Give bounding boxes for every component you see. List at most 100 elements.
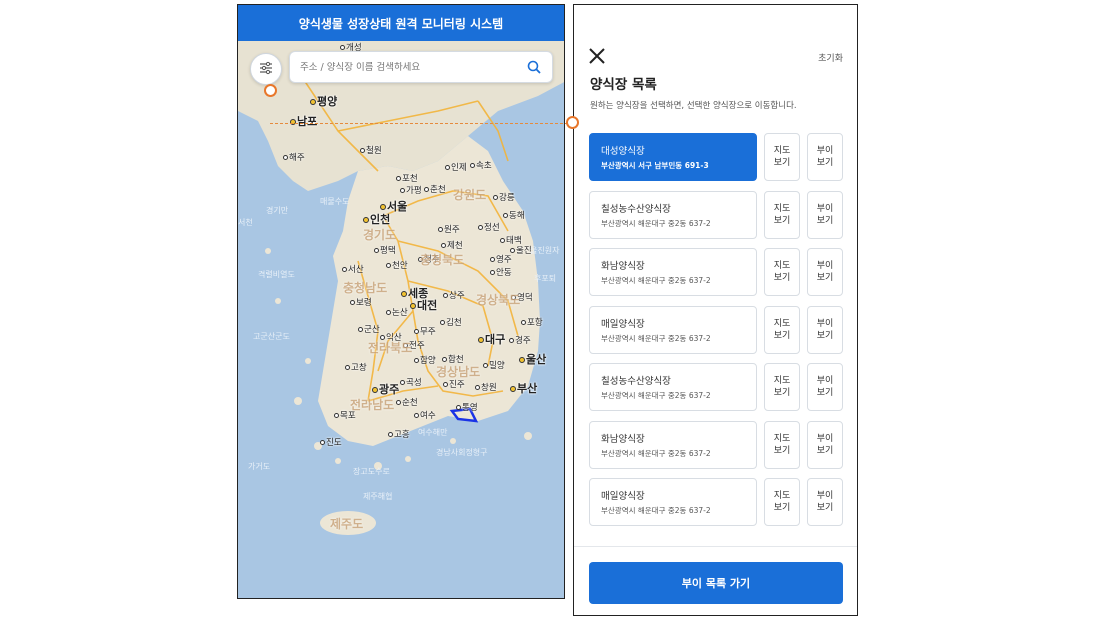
city-dot <box>310 99 316 105</box>
list-anchor-marker <box>566 116 579 129</box>
farm-address: 부산광역시 해운대구 중2동 637-2 <box>601 448 711 458</box>
city-dot <box>490 270 495 275</box>
city-label: 안동 <box>490 266 512 278</box>
search-icon[interactable] <box>526 59 542 75</box>
list-item: 칠성농수산양식장 부산광역시 해운대구 중2동 637-2 지도 보기 부이 보… <box>589 190 845 239</box>
city-label: 고흥 <box>388 428 410 440</box>
city-dot <box>396 400 401 405</box>
region-label: 강원도 <box>453 188 487 202</box>
search-bar <box>289 51 553 83</box>
filter-menu-button[interactable] <box>250 53 282 85</box>
city-label: 제천 <box>441 239 463 251</box>
korea-map[interactable] <box>238 41 565 599</box>
city-dot <box>372 387 378 393</box>
sea-label: 후포퇴 <box>534 274 557 283</box>
map-view-button[interactable]: 지도 보기 <box>764 190 800 239</box>
farm-card[interactable]: 칠성농수산양식장 부산광역시 해운대구 중2동 637-2 <box>589 363 757 411</box>
list-item: 매일양식장 부산광역시 해운대구 중2동 637-2 지도 보기 부이 보기 <box>589 478 845 526</box>
farm-list-screen: 초기화 양식장 목록 원하는 양식장을 선택하면, 선택한 양식장으로 이동합니… <box>573 4 858 616</box>
buoy-view-button[interactable]: 부이 보기 <box>807 420 843 469</box>
city-dot <box>440 320 445 325</box>
city-dot <box>414 413 419 418</box>
city-label: 포항 <box>521 316 543 328</box>
buoy-view-button[interactable]: 부이 보기 <box>807 305 843 354</box>
sea-label: 가거도 <box>248 462 271 471</box>
city-dot <box>510 386 516 392</box>
city-dot <box>478 225 483 230</box>
search-input[interactable] <box>300 61 526 73</box>
city-dot <box>380 204 386 210</box>
farm-card[interactable]: 매일양식장 부산광역시 해운대구 중2동 637-2 <box>589 305 757 354</box>
city-label: 보령 <box>350 296 372 308</box>
map-view-button[interactable]: 지도 보기 <box>764 305 800 354</box>
buoy-view-button[interactable]: 부이 보기 <box>807 363 843 411</box>
map-view-button[interactable]: 지도 보기 <box>764 478 800 526</box>
list-item: 화남양식장 부산광역시 해운대구 중2동 637-2 지도 보기 부이 보기 <box>589 420 845 469</box>
farm-address: 부산광역시 해운대구 중2동 637-2 <box>601 391 711 400</box>
farm-name: 칠성농수산양식장 <box>601 203 671 215</box>
sea-label: 고군산군도 <box>253 332 290 341</box>
close-icon[interactable] <box>588 47 606 65</box>
farm-name: 매일양식장 <box>601 318 645 330</box>
farm-name: 대성양식장 <box>601 146 645 157</box>
city-label: 경주 <box>509 334 531 346</box>
connector-line <box>270 123 573 124</box>
city-label: 원주 <box>438 223 460 235</box>
buoy-view-button[interactable]: 부이 보기 <box>807 190 843 239</box>
city-dot <box>441 243 446 248</box>
map-view-button[interactable]: 지도 보기 <box>764 133 800 181</box>
filter-sliders-icon <box>259 60 273 79</box>
city-dot <box>470 163 475 168</box>
farm-card[interactable]: 대성양식장 부산광역시 서구 남부민동 691-3 <box>589 133 757 181</box>
map-view-button[interactable]: 지도 보기 <box>764 420 800 469</box>
city-dot <box>360 148 365 153</box>
map-view-button[interactable]: 지도 보기 <box>764 248 800 296</box>
city-label: 정선 <box>478 221 500 233</box>
farm-card[interactable]: 매일양식장 부산광역시 해운대구 중2동 637-2 <box>589 478 757 526</box>
city-label: 곡성 <box>400 376 422 388</box>
buoy-view-button[interactable]: 부이 보기 <box>807 133 843 181</box>
city-dot <box>290 119 296 125</box>
city-label: 여수 <box>414 409 436 421</box>
city-label: 광주 <box>372 381 399 397</box>
sea-label: 경기만 <box>266 206 289 215</box>
region-label: 경상남도 <box>436 365 481 379</box>
farm-name: 매일양식장 <box>601 491 645 502</box>
farm-name: 화남양식장 <box>601 261 645 272</box>
farm-card[interactable]: 칠성농수산양식장 부산광역시 해운대구 중2동 637-2 <box>589 190 757 239</box>
farm-card[interactable]: 화남양식장 부산광역시 해운대구 중2동 637-2 <box>589 248 757 296</box>
buoy-view-button[interactable]: 부이 보기 <box>807 248 843 296</box>
city-dot <box>340 45 345 50</box>
city-dot <box>521 320 526 325</box>
region-label: 경기도 <box>363 228 397 242</box>
city-label: 동해 <box>503 209 525 221</box>
city-dot <box>509 338 514 343</box>
buoy-list-button[interactable]: 부이 목록 가기 <box>589 562 843 604</box>
city-dot <box>414 358 419 363</box>
city-dot <box>388 432 393 437</box>
city-label: 고창 <box>345 361 367 373</box>
city-dot <box>456 405 461 410</box>
city-dot <box>478 337 484 343</box>
reset-button[interactable]: 초기화 <box>818 51 843 64</box>
city-dot <box>445 165 450 170</box>
map-view-button[interactable]: 지도 보기 <box>764 363 800 411</box>
city-label: 가평 <box>400 184 422 196</box>
city-label: 인천 <box>363 211 390 227</box>
sea-label: 격렬비열도 <box>258 270 295 279</box>
buoy-view-button[interactable]: 부이 보기 <box>807 478 843 526</box>
region-label: 전라남도 <box>350 398 395 412</box>
city-dot <box>475 385 480 390</box>
list-item: 대성양식장 부산광역시 서구 남부민동 691-3 지도 보기 부이 보기 <box>589 133 845 181</box>
farm-card[interactable]: 화남양식장 부산광역시 해운대구 중2동 637-2 <box>589 420 757 469</box>
city-dot <box>503 213 508 218</box>
city-dot <box>386 310 391 315</box>
map-view[interactable]: 평양 남포 서울 인천 세종 대전 대구 울산 광주 부산 춘천 강릉 원주 청… <box>238 41 565 599</box>
app-header-title: 양식생물 성장상태 원격 모니터링 시스템 <box>238 5 564 41</box>
list-title: 양식장 목록 <box>590 77 657 93</box>
region-label: 제주도 <box>330 517 364 531</box>
list-item: 화남양식장 부산광역시 해운대구 중2동 637-2 지도 보기 부이 보기 <box>589 248 845 296</box>
city-label: 무주 <box>414 325 436 337</box>
sea-label: 제주해협 <box>363 492 393 501</box>
city-dot <box>283 155 288 160</box>
